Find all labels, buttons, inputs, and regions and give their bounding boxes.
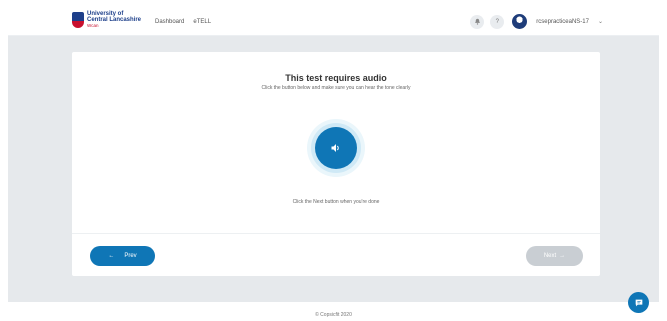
nav-etell-link[interactable]: eTELL — [193, 19, 211, 25]
username-label[interactable]: rcsepracticeaNS-17 — [536, 19, 589, 25]
nav-dashboard-link[interactable]: Dashboard — [155, 19, 184, 25]
primary-nav: Dashboard eTELL — [155, 19, 211, 25]
page-title: This test requires audio — [285, 73, 387, 83]
prev-button[interactable]: ← Prev — [90, 246, 155, 266]
chat-icon — [635, 299, 642, 306]
prev-button-label: Prev — [124, 253, 137, 259]
card-divider — [72, 233, 600, 234]
audio-button-ring — [307, 119, 365, 177]
next-button[interactable]: Next → — [526, 246, 583, 266]
chevron-down-icon[interactable]: ⌄ — [598, 18, 603, 25]
user-avatar[interactable] — [512, 14, 528, 29]
speaker-icon — [331, 144, 339, 152]
play-audio-button[interactable] — [315, 127, 357, 169]
audio-test-card: This test requires audio Click the butto… — [72, 52, 600, 276]
top-navigation-bar: University of Central Lancashire Wcan Da… — [8, 8, 659, 36]
next-hint-text: Click the Next button when you're done — [292, 199, 380, 205]
notifications-button[interactable] — [470, 14, 485, 29]
arrow-right-icon: → — [559, 253, 566, 259]
logo-line-3: Wcan — [87, 23, 99, 28]
help-button[interactable]: ? — [490, 14, 505, 29]
header-tools: ? rcsepracticeaNS-17 ⌄ — [470, 14, 603, 29]
university-logo[interactable]: University of Central Lancashire Wcan — [72, 11, 141, 29]
arrow-left-icon: ← — [108, 253, 115, 259]
chat-support-button[interactable] — [628, 292, 649, 313]
footer-copyright: © Copsicfit 2020 — [315, 312, 352, 318]
university-crest-icon — [72, 12, 84, 28]
next-button-label: Next — [543, 253, 557, 259]
instruction-text: Click the button below and make sure you… — [261, 85, 411, 91]
bell-icon — [474, 18, 480, 25]
